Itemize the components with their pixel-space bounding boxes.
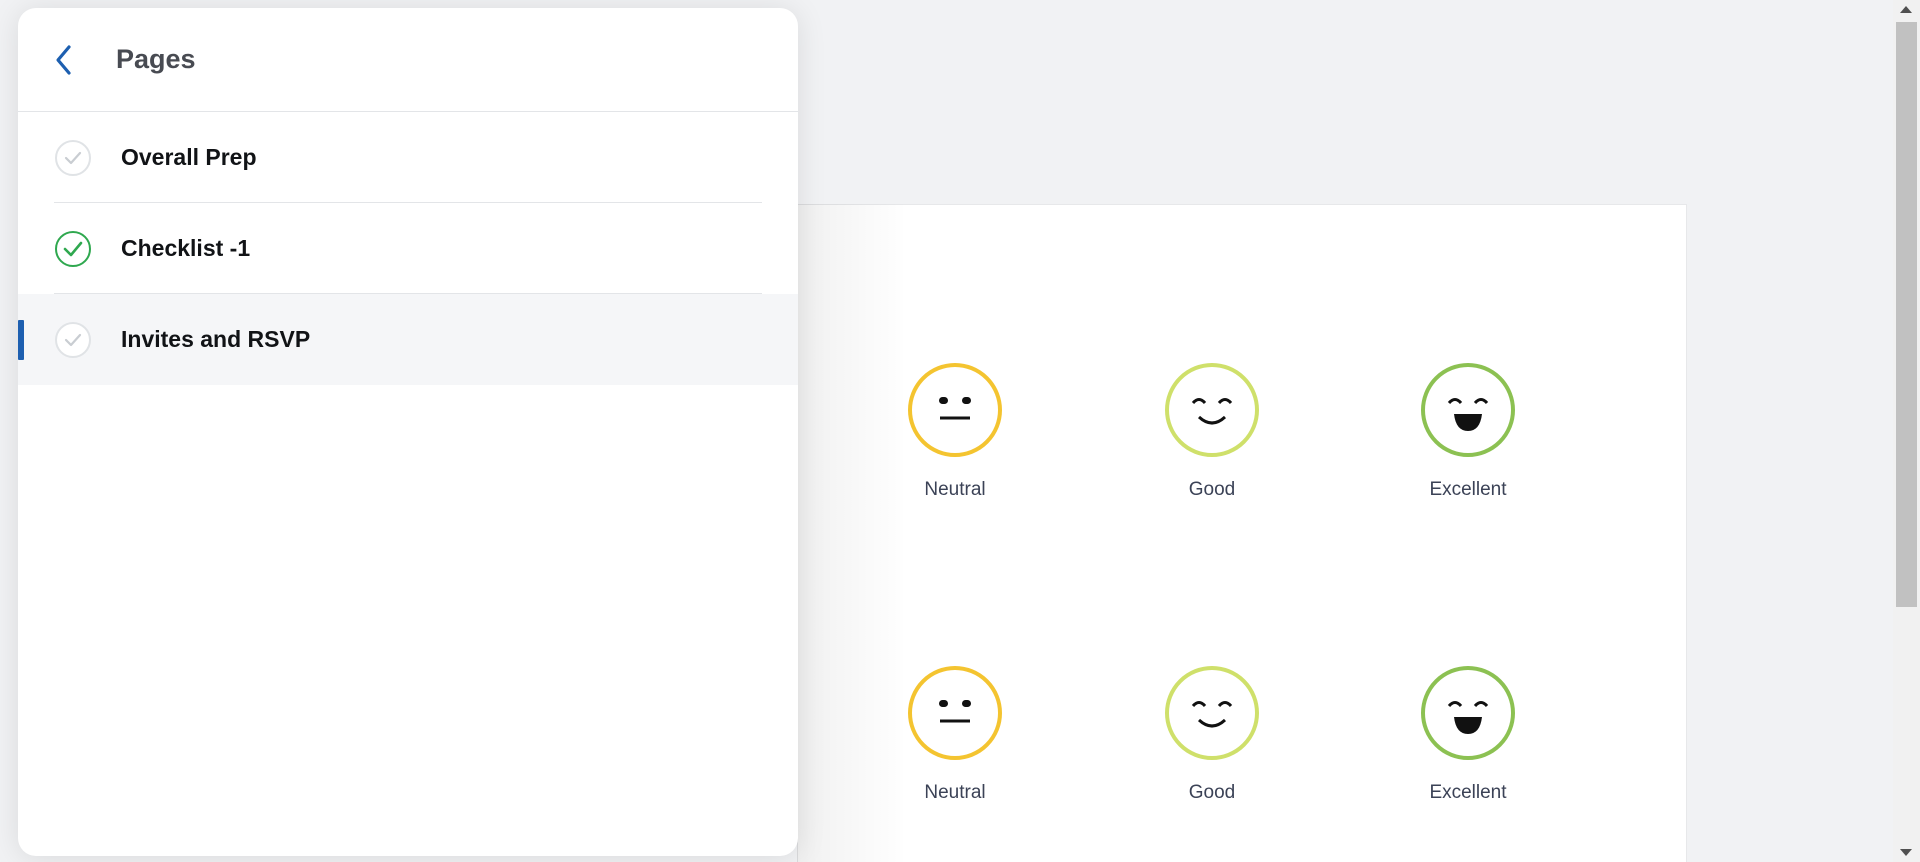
laughing-face-icon xyxy=(1421,363,1515,457)
smile-face-icon xyxy=(1165,666,1259,760)
rating-label: Excellent xyxy=(1429,782,1507,803)
check-circle-icon xyxy=(55,139,91,176)
scroll-up-arrow-icon[interactable] xyxy=(1900,6,1912,13)
smile-face-icon xyxy=(1165,363,1259,457)
drawer-title: Pages xyxy=(116,44,196,74)
rating-label: Good xyxy=(1188,782,1236,803)
rating-label: Excellent xyxy=(1429,479,1507,500)
page-item-invites-and-rsvp[interactable]: Invites and RSVP xyxy=(18,294,798,385)
page-item-label: Invites and RSVP xyxy=(121,326,311,352)
rating-row: Neutral Good Excellent xyxy=(798,361,1686,521)
vertical-scrollbar[interactable] xyxy=(1893,0,1920,862)
drawer-shadow xyxy=(797,204,907,862)
check-circle-complete-icon xyxy=(55,230,91,267)
rating-option-excellent[interactable]: Excellent xyxy=(1403,664,1533,804)
scroll-down-arrow-icon[interactable] xyxy=(1900,849,1912,856)
laughing-face-icon xyxy=(1421,666,1515,760)
rating-option-neutral[interactable]: Neutral xyxy=(890,361,1020,501)
page: Neutral Good Excellent Neutral Good Exce… xyxy=(0,0,1920,862)
rating-option-good[interactable]: Good xyxy=(1147,361,1277,501)
form-card: Neutral Good Excellent Neutral Good Exce… xyxy=(797,204,1687,862)
page-item-overall-prep[interactable]: Overall Prep xyxy=(18,112,798,203)
rating-option-neutral[interactable]: Neutral xyxy=(890,664,1020,804)
scroll-thumb[interactable] xyxy=(1896,22,1917,607)
page-item-label: Checklist -1 xyxy=(121,235,251,261)
neutral-face-icon xyxy=(908,666,1002,760)
neutral-face-icon xyxy=(908,363,1002,457)
rating-option-good[interactable]: Good xyxy=(1147,664,1277,804)
page-item-label: Overall Prep xyxy=(121,144,257,170)
rating-row: Neutral Good Excellent xyxy=(798,664,1686,824)
page-list: Overall Prep Checklist -1 Invites and RS… xyxy=(18,112,798,385)
active-indicator xyxy=(18,320,24,360)
drawer-header: Pages xyxy=(18,8,798,112)
chevron-left-icon xyxy=(56,44,71,75)
rating-label: Neutral xyxy=(924,479,986,500)
pages-drawer: Pages Overall Prep Checklist -1 Invites … xyxy=(18,8,798,856)
rating-option-excellent[interactable]: Excellent xyxy=(1403,361,1533,501)
page-item-checklist-1[interactable]: Checklist -1 xyxy=(18,203,798,294)
check-circle-icon xyxy=(55,321,91,358)
back-button[interactable] xyxy=(42,38,86,82)
rating-label: Good xyxy=(1188,479,1236,500)
rating-label: Neutral xyxy=(924,782,986,803)
